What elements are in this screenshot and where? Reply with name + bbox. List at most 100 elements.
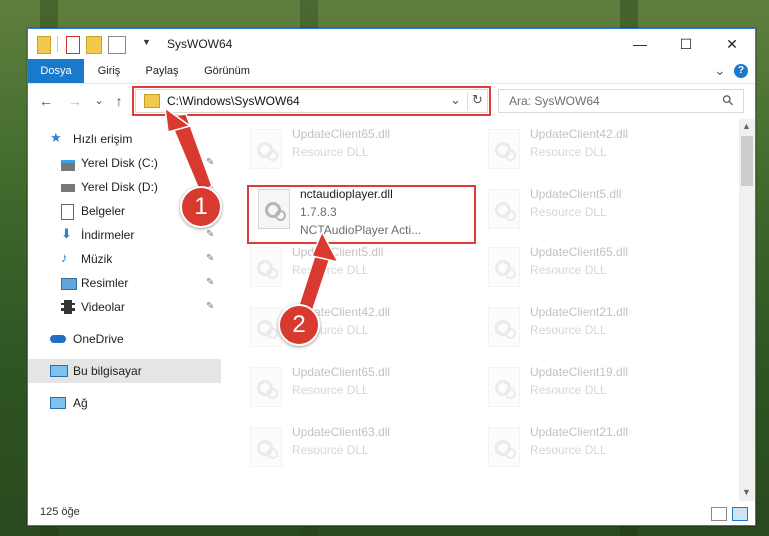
pin-icon[interactable]: ✎ (206, 229, 214, 240)
sidebar-item-label: OneDrive (73, 332, 124, 346)
file-name: UpdateClient5.dll (530, 187, 622, 201)
title-bar: ▼ SysWOW64 — ☐ ✕ (28, 29, 755, 59)
star-icon: ★ (50, 130, 62, 145)
file-name: UpdateClient63.dll (292, 425, 391, 439)
search-icon[interactable]: ⚲ (718, 91, 737, 110)
sidebar-item-quick-access[interactable]: ★ Hızlı erişim (28, 127, 221, 151)
pin-icon[interactable]: ✎ (206, 301, 214, 312)
sidebar-item-pictures[interactable]: Resimler ✎ (28, 271, 221, 295)
file-tile[interactable]: UpdateClient65.dll Resource DLL (242, 123, 467, 179)
status-bar: 125 öğe (28, 501, 755, 525)
close-button[interactable]: ✕ (709, 29, 755, 59)
maximize-button[interactable]: ☐ (663, 29, 709, 59)
sidebar-item-videos[interactable]: Videolar ✎ (28, 295, 221, 319)
dll-file-icon (488, 427, 520, 467)
folder-icon (37, 36, 51, 54)
sidebar-item-this-pc[interactable]: Bu bilgisayar (28, 359, 221, 383)
scroll-down-icon[interactable]: ▼ (742, 487, 751, 497)
details-view-icon[interactable] (711, 507, 727, 521)
pin-icon[interactable]: ✎ (206, 157, 214, 168)
sidebar-item-label: Müzik (81, 252, 113, 266)
dll-file-icon (250, 427, 282, 467)
up-button[interactable]: ↑ (110, 92, 128, 110)
tab-paylas[interactable]: Paylaş (136, 59, 188, 83)
dll-file-icon (488, 247, 520, 287)
sidebar-item-label: Bu bilgisayar (73, 364, 142, 378)
sidebar-item-label: Yerel Disk (D:) (81, 180, 158, 194)
file-type: Resource DLL (530, 383, 607, 397)
pin-icon[interactable]: ✎ (206, 277, 214, 288)
sidebar-item-label: Videolar (81, 300, 125, 314)
sidebar-item-label: Ağ (73, 396, 88, 410)
file-name: UpdateClient65.dll (292, 365, 391, 379)
drive-icon (61, 160, 75, 171)
sidebar-item-label: Belgeler (81, 204, 126, 218)
file-name: UpdateClient21.dll (530, 425, 629, 439)
tab-giris[interactable]: Giriş (86, 59, 132, 83)
tab-gorunum[interactable]: Görünüm (196, 59, 258, 83)
scroll-up-icon[interactable]: ▲ (742, 121, 751, 131)
file-tile[interactable]: UpdateClient63.dll Resource DLL (242, 421, 467, 477)
videos-icon (61, 300, 75, 314)
properties-icon[interactable] (66, 36, 80, 54)
sidebar-item-onedrive[interactable]: OneDrive (28, 327, 221, 351)
sidebar-item-label: İndirmeler (81, 228, 135, 242)
file-type: Resource DLL (530, 443, 607, 457)
dll-file-icon (250, 129, 282, 169)
customize-toolbar-icon[interactable] (108, 36, 126, 54)
music-icon: ♪ (61, 250, 68, 265)
sidebar-item-music[interactable]: ♪ Müzik ✎ (28, 247, 221, 271)
search-input[interactable]: Ara: SysWOW64 ⚲ (498, 89, 744, 113)
pin-icon[interactable]: ✎ (206, 253, 214, 264)
file-tile[interactable]: UpdateClient42.dll Resource DLL (480, 123, 705, 179)
file-name: UpdateClient19.dll (530, 365, 629, 379)
scrollbar-thumb[interactable] (741, 136, 753, 186)
minimize-button[interactable]: — (617, 29, 663, 59)
address-highlight-box (132, 86, 491, 116)
sidebar-item-network[interactable]: Ağ (28, 391, 221, 415)
documents-icon (61, 204, 74, 220)
pictures-icon (61, 278, 77, 290)
dll-file-icon (250, 247, 282, 287)
file-type: Resource DLL (292, 263, 369, 277)
new-folder-icon[interactable] (86, 36, 102, 54)
back-button[interactable]: ← (37, 92, 55, 110)
tab-dosya[interactable]: Dosya (28, 59, 84, 83)
navigation-pane: ★ Hızlı erişim Yerel Disk (C:) ✎ Yerel D… (28, 119, 221, 501)
vertical-scrollbar[interactable]: ▲ ▼ (739, 119, 755, 501)
file-type: Resource DLL (292, 145, 369, 159)
help-icon[interactable]: ? (734, 64, 748, 78)
item-count: 125 öğe (40, 506, 80, 518)
sidebar-item-label: Yerel Disk (C:) (81, 156, 158, 170)
file-tile[interactable]: UpdateClient5.dll Resource DLL (242, 241, 467, 297)
file-tile[interactable]: UpdateClient65.dll Resource DLL (242, 361, 467, 417)
file-name: UpdateClient65.dll (292, 127, 391, 141)
file-type: Resource DLL (530, 263, 607, 277)
recent-locations-button[interactable]: ⌄ (90, 91, 108, 109)
sidebar-item-downloads[interactable]: ⬇ İndirmeler ✎ (28, 223, 221, 247)
file-highlight-box (247, 185, 476, 244)
step-badge-1: 1 (180, 186, 222, 228)
sidebar-item-label: Resimler (81, 276, 129, 290)
search-placeholder: Ara: SysWOW64 (509, 94, 600, 108)
drive-icon (61, 184, 75, 192)
file-tile[interactable]: UpdateClient65.dll Resource DLL (480, 241, 705, 297)
sidebar-item-c-drive[interactable]: Yerel Disk (C:) ✎ (28, 151, 221, 175)
file-tile[interactable]: UpdateClient5.dll Resource DLL (480, 183, 705, 239)
file-tile[interactable]: UpdateClient21.dll Resource DLL (480, 421, 705, 477)
file-tile[interactable]: UpdateClient19.dll Resource DLL (480, 361, 705, 417)
file-tile[interactable]: UpdateClient42.dll Resource DLL (242, 301, 467, 357)
ribbon-expand-icon[interactable]: ⌄ (714, 62, 726, 79)
explorer-window: ▼ SysWOW64 — ☐ ✕ Dosya Giriş Paylaş Görü… (27, 28, 756, 526)
file-list: UpdateClient65.dll Resource DLL nctaudio… (242, 119, 737, 501)
file-type: Resource DLL (530, 145, 607, 159)
network-icon (50, 397, 66, 409)
this-pc-icon (50, 365, 68, 377)
file-type: Resource DLL (530, 205, 607, 219)
forward-button[interactable]: → (66, 92, 84, 110)
quick-access-dropdown-icon[interactable]: ▼ (142, 37, 151, 47)
dll-file-icon (488, 189, 520, 229)
file-tile[interactable]: UpdateClient21.dll Resource DLL (480, 301, 705, 357)
tiles-view-icon[interactable] (732, 507, 748, 521)
dll-file-icon (250, 367, 282, 407)
